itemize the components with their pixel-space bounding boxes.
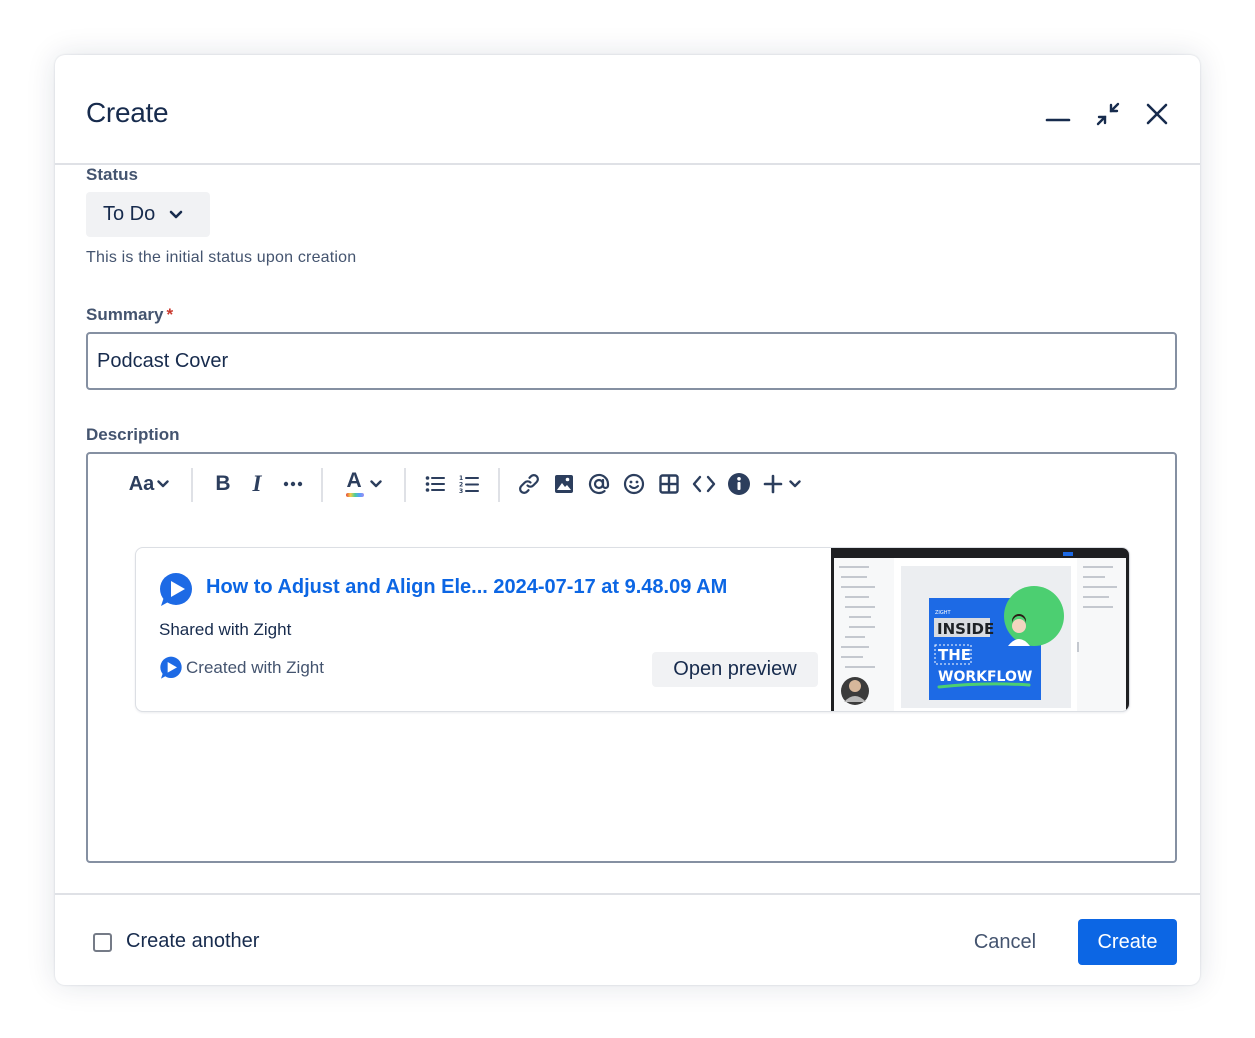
numbered-list-icon: 123 <box>459 475 479 494</box>
plus-icon <box>763 474 783 494</box>
card-created-row: Created with Zight <box>159 656 324 680</box>
description-editor[interactable]: Aa B I A 1 2 3 How to Adjust and Align E… <box>86 452 1177 863</box>
text-style-button[interactable]: Aa <box>125 464 173 504</box>
summary-label-text: Summary <box>86 305 164 324</box>
link-button[interactable] <box>514 464 544 504</box>
minimize-button[interactable] <box>1041 97 1075 131</box>
toolbar-divider <box>498 468 500 502</box>
table-icon <box>659 474 679 494</box>
toolbar-divider <box>404 468 406 502</box>
open-preview-button[interactable]: Open preview <box>652 652 818 687</box>
more-icon <box>283 481 303 487</box>
card-created-text: Created with Zight <box>186 658 324 677</box>
create-another-label[interactable]: Create another <box>126 930 259 953</box>
summary-input[interactable] <box>86 332 1177 390</box>
text-color-icon: A <box>345 469 365 499</box>
create-another-checkbox[interactable] <box>93 933 112 952</box>
description-label: Description <box>86 425 180 444</box>
zight-small-icon <box>160 656 182 679</box>
chevron-down-icon <box>157 480 169 488</box>
link-icon <box>519 474 539 494</box>
chevron-down-icon <box>169 210 183 218</box>
status-value: To Do <box>103 203 156 225</box>
code-icon <box>692 475 716 493</box>
required-asterisk: * <box>166 305 174 324</box>
bold-button[interactable]: B <box>208 464 238 504</box>
mention-icon <box>588 473 610 495</box>
svg-text:3: 3 <box>459 488 463 494</box>
bullet-list-icon <box>425 476 445 492</box>
text-style-label: Aa <box>128 472 155 495</box>
insert-more-button[interactable] <box>760 464 804 504</box>
text-color-button[interactable]: A <box>338 464 388 504</box>
create-dialog: Create Status To Do This is the initial … <box>55 55 1200 985</box>
close-button[interactable] <box>1140 97 1174 131</box>
create-button[interactable]: Create <box>1078 919 1177 965</box>
bullet-list-button[interactable] <box>420 464 450 504</box>
thumb-line1: INSIDE <box>937 620 994 638</box>
thumb-tag: ZIGHT <box>935 610 952 616</box>
more-formatting-button[interactable] <box>276 464 310 504</box>
emoji-button[interactable] <box>619 464 649 504</box>
collapse-arrows-icon <box>1096 102 1120 126</box>
editor-toolbar: Aa B I A 1 2 3 <box>88 464 1175 504</box>
thumb-line2: THE <box>938 646 971 664</box>
text-color-label: A <box>346 469 362 492</box>
status-dropdown[interactable]: To Do <box>86 192 210 237</box>
dialog-title: Create <box>86 97 169 128</box>
collapse-button[interactable] <box>1091 97 1125 131</box>
dialog-header: Create <box>55 55 1200 165</box>
italic-button[interactable]: I <box>242 464 272 504</box>
bold-label: B <box>215 472 231 495</box>
mention-button[interactable] <box>584 464 614 504</box>
status-helper-text: This is the initial status upon creation <box>86 249 357 266</box>
image-icon <box>555 475 573 493</box>
status-label: Status <box>86 165 138 184</box>
zight-logo-icon <box>160 573 192 606</box>
image-button[interactable] <box>549 464 579 504</box>
close-icon <box>1146 103 1168 125</box>
link-preview-card[interactable]: How to Adjust and Align Ele... 2024-07-1… <box>135 547 1130 712</box>
numbered-list-button[interactable]: 123 <box>454 464 484 504</box>
dialog-footer: Create another Cancel Create <box>55 893 1200 985</box>
info-panel-button[interactable] <box>724 464 754 504</box>
toolbar-divider <box>191 468 193 502</box>
summary-label: Summary * <box>86 305 173 325</box>
italic-label: I <box>252 471 262 496</box>
code-button[interactable] <box>688 464 720 504</box>
chevron-down-icon <box>369 480 382 488</box>
minimize-icon <box>1045 118 1071 122</box>
emoji-icon <box>623 473 645 495</box>
chevron-down-icon <box>789 480 801 488</box>
table-button[interactable] <box>654 464 684 504</box>
info-icon <box>728 473 750 495</box>
card-thumbnail-image: ZIGHT INSIDE THE WORKFLOW <box>831 548 1129 711</box>
toolbar-divider <box>321 468 323 502</box>
cancel-button[interactable]: Cancel <box>953 919 1057 965</box>
card-title-link[interactable]: How to Adjust and Align Ele... 2024-07-1… <box>206 576 727 599</box>
card-shared-text: Shared with Zight <box>159 620 292 639</box>
